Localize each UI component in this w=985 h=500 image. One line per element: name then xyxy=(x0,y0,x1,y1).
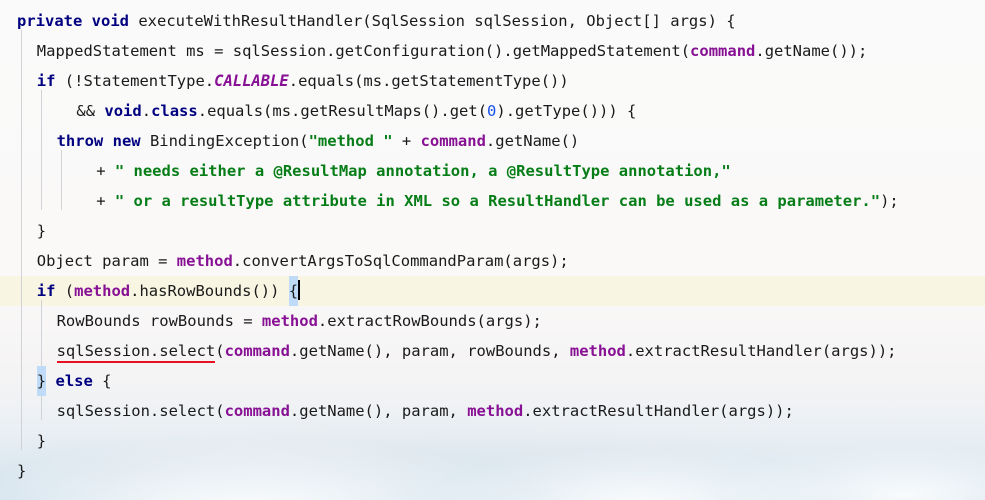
code-token: void xyxy=(104,102,142,120)
code-token: + xyxy=(392,132,421,150)
code-token: + xyxy=(96,192,115,210)
code-line[interactable]: Object param = method.convertArgsToSqlCo… xyxy=(0,246,985,276)
code-token: if xyxy=(36,282,56,300)
code-token: void xyxy=(91,12,129,30)
code-token: ); xyxy=(880,192,899,210)
code-token: BindingException( xyxy=(140,132,309,150)
code-line[interactable]: sqlSession.select(command.getName(), par… xyxy=(0,336,985,366)
code-token: class xyxy=(151,102,198,120)
code-token: .getName(), param, xyxy=(289,402,468,420)
code-token: method xyxy=(467,402,524,420)
code-token: (!StatementType. xyxy=(55,72,215,90)
code-token: .getName() xyxy=(485,132,580,150)
code-token: private xyxy=(17,12,83,30)
code-token: executeWithResultHandler(SqlSession sqlS… xyxy=(129,12,736,30)
code-token: ( xyxy=(215,342,225,360)
code-token: if xyxy=(36,72,56,90)
code-line[interactable]: } else { xyxy=(0,366,985,396)
code-line[interactable]: } xyxy=(0,216,985,246)
code-token: sqlSession.select( xyxy=(56,402,225,420)
code-line[interactable]: } xyxy=(0,426,985,456)
code-token: .equals(ms.getResultMaps().get( xyxy=(197,102,488,120)
code-token: .extractResultHandler(args)); xyxy=(523,402,794,420)
code-line[interactable]: if (!StatementType.CALLABLE.equals(ms.ge… xyxy=(0,66,985,96)
code-token: } xyxy=(17,462,27,480)
code-token: .convertArgsToSqlCommandParam(args); xyxy=(232,252,569,270)
code-line[interactable]: RowBounds rowBounds = method.extractRowB… xyxy=(0,306,985,336)
code-line[interactable]: + " or a resultType attribute in XML so … xyxy=(0,186,985,216)
code-line[interactable]: && void.class.equals(ms.getResultMaps().… xyxy=(0,96,985,126)
matching-brace-highlight: } xyxy=(36,372,47,390)
code-token: method xyxy=(74,282,131,300)
code-token: MappedStatement ms = sqlSession.getConfi… xyxy=(36,42,691,60)
code-token: } xyxy=(36,432,47,450)
code-token: && xyxy=(76,102,105,120)
text-caret xyxy=(298,280,301,300)
code-token: .getName(), param, rowBounds, xyxy=(289,342,570,360)
code-line[interactable]: if (method.hasRowBounds()) { xyxy=(0,276,985,306)
code-token: command xyxy=(420,132,486,150)
error-underlined-token: sqlSession.select xyxy=(56,342,216,363)
code-token: ).getType())) { xyxy=(496,102,637,120)
code-token: command xyxy=(224,402,290,420)
code-content[interactable]: private void executeWithResultHandler(Sq… xyxy=(0,0,985,500)
code-token: Object param = xyxy=(36,252,177,270)
code-token: throw xyxy=(56,132,104,150)
code-token: .equals(ms.getStatementType()) xyxy=(288,72,569,90)
code-line[interactable]: private void executeWithResultHandler(Sq… xyxy=(0,6,985,36)
code-line[interactable]: + " needs either a @ResultMap annotation… xyxy=(0,156,985,186)
code-token: } xyxy=(36,222,47,240)
code-token: { xyxy=(92,372,112,390)
code-token: new xyxy=(112,132,141,150)
code-token: ( xyxy=(55,282,75,300)
code-line[interactable]: } xyxy=(0,456,985,486)
code-token: .extractRowBounds(args); xyxy=(317,312,542,330)
code-token: else xyxy=(55,372,93,390)
code-token: method xyxy=(569,342,626,360)
code-token: command xyxy=(224,342,290,360)
code-token: method xyxy=(176,252,233,270)
code-line[interactable]: throw new BindingException("method " + c… xyxy=(0,126,985,156)
code-token: .hasRowBounds()) xyxy=(130,282,289,300)
code-editor[interactable]: private void executeWithResultHandler(Sq… xyxy=(0,0,985,500)
code-token: method xyxy=(261,312,318,330)
code-token: .extractResultHandler(args)); xyxy=(625,342,897,360)
code-token: " or a resultType attribute in XML so a … xyxy=(114,192,881,210)
code-token: + xyxy=(96,162,115,180)
code-line[interactable]: sqlSession.select(command.getName(), par… xyxy=(0,396,985,426)
code-token: . xyxy=(141,102,152,120)
code-token: 0 xyxy=(487,102,497,120)
code-token: CALLABLE xyxy=(214,72,289,90)
code-token: "method " xyxy=(308,132,393,150)
code-token: RowBounds rowBounds = xyxy=(56,312,262,330)
code-token: .getName()); xyxy=(755,42,868,60)
matching-brace-highlight: { xyxy=(288,282,299,300)
code-line[interactable]: MappedStatement ms = sqlSession.getConfi… xyxy=(0,36,985,66)
code-token: " needs either a @ResultMap annotation, … xyxy=(114,162,731,180)
code-token: command xyxy=(690,42,756,60)
